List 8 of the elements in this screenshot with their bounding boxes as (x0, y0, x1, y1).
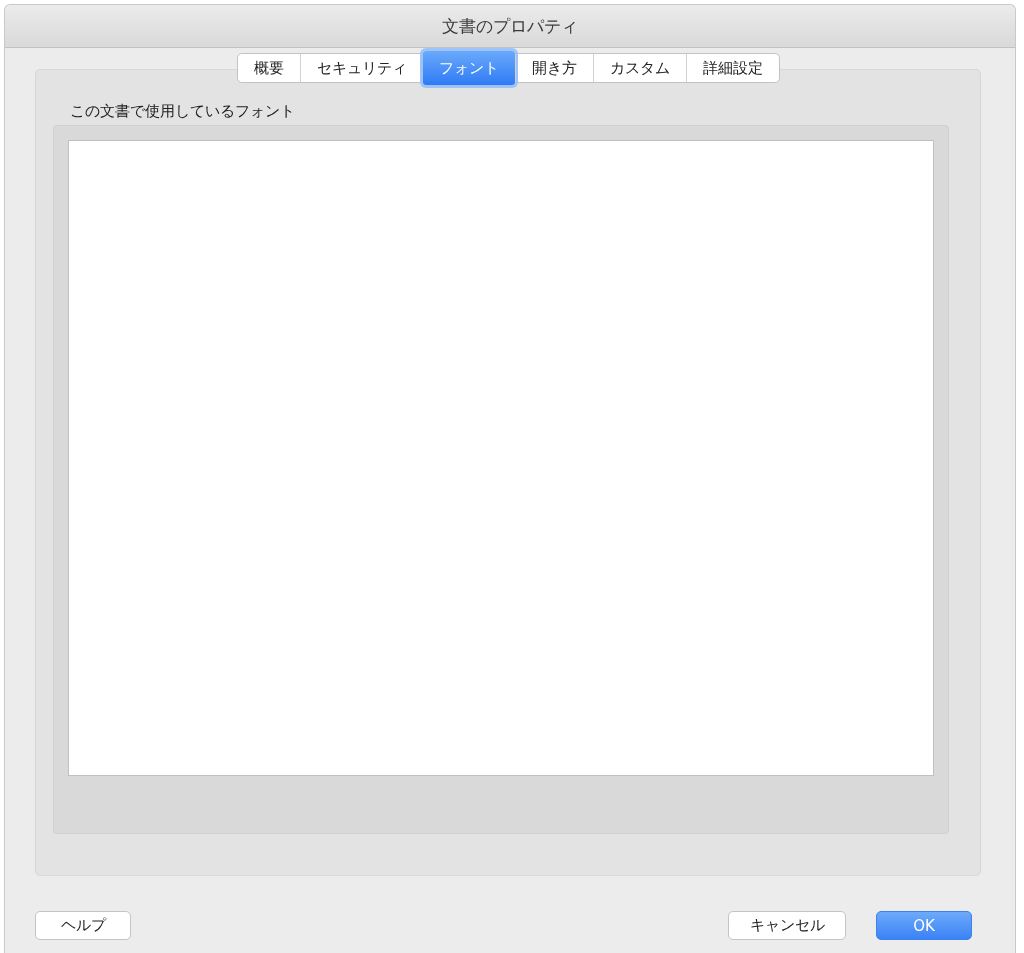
tab[interactable]: 開き方 (514, 54, 593, 82)
group-label: この文書で使用しているフォント (70, 102, 296, 121)
window-title: 文書のプロパティ (442, 14, 578, 38)
cancel-button[interactable]: キャンセル (728, 911, 846, 940)
tab[interactable]: カスタム (592, 54, 686, 82)
tab[interactable]: 詳細設定 (685, 54, 779, 82)
tab[interactable]: 概要 (237, 54, 300, 82)
help-button[interactable]: ヘルプ (35, 911, 131, 940)
